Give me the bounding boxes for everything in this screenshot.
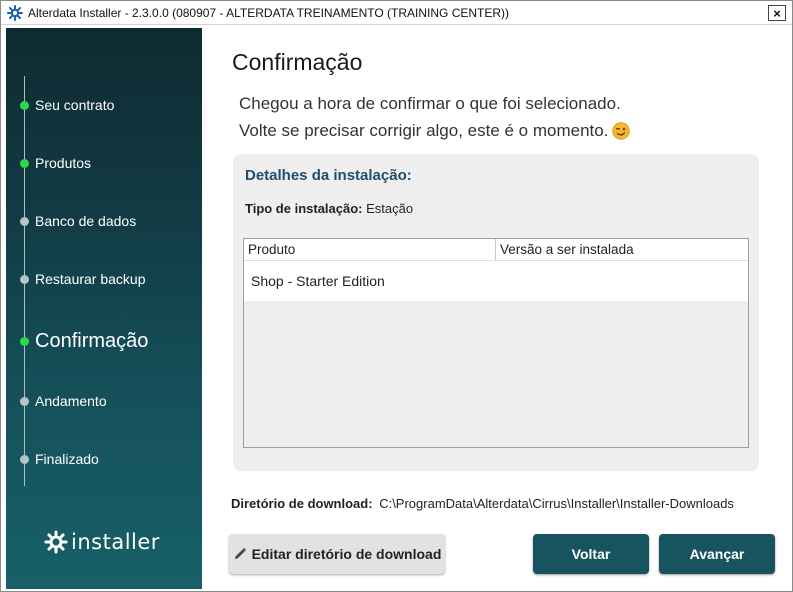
close-icon: ×: [773, 5, 781, 21]
app-gear-icon: [7, 4, 23, 21]
install-type-label: Tipo de instalação:: [245, 201, 363, 216]
step-status-dot: [20, 454, 29, 464]
next-button[interactable]: Avançar: [659, 534, 775, 574]
install-type-value: Estação: [366, 201, 414, 216]
logo-text: installer: [71, 530, 160, 554]
step-label: Finalizado: [35, 451, 99, 467]
install-type: Tipo de instalação: Estação: [245, 201, 413, 216]
step-status-dot: [20, 100, 29, 110]
step-label: Banco de dados: [35, 213, 137, 229]
download-dir-label: Diretório de download:: [231, 496, 373, 511]
step-status-dot: [20, 396, 29, 406]
download-dir-path: C:\ProgramData\Alterdata\Cirrus\Installe…: [379, 496, 734, 511]
step-label: Andamento: [35, 393, 107, 409]
installer-window: Alterdata Installer - 2.3.0.0 (080907 - …: [0, 0, 793, 592]
table-row[interactable]: Shop - Starter Edition: [244, 261, 748, 301]
details-heading: Detalhes da instalação:: [245, 167, 412, 184]
edit-download-dir-button[interactable]: Editar diretório de download: [229, 534, 445, 574]
intro-line-2: Volte se precisar corrigir algo, este é …: [239, 121, 631, 141]
step-status-dot: [20, 336, 29, 346]
step-status-dot: [20, 158, 29, 168]
window-title: Alterdata Installer - 2.3.0.0 (080907 - …: [28, 5, 510, 20]
cell-produto: Shop - Starter Edition: [251, 273, 385, 289]
title-bar[interactable]: Alterdata Installer - 2.3.0.0 (080907 - …: [1, 1, 792, 25]
logo-gear-icon: [44, 530, 68, 554]
installation-details-panel: Detalhes da instalação: Tipo de instalaç…: [233, 154, 759, 471]
intro-line-1: Chegou a hora de confirmar o que foi sel…: [239, 94, 621, 113]
column-header-versao[interactable]: Versão a ser instalada: [496, 239, 748, 260]
step-label: Produtos: [35, 155, 92, 171]
page-title: Confirmação: [232, 49, 363, 75]
products-table: Produto Versão a ser instalada Shop - St…: [243, 238, 749, 448]
column-header-produto[interactable]: Produto: [244, 239, 496, 260]
download-directory: Diretório de download: C:\ProgramData\Al…: [231, 496, 746, 511]
winking-face-icon: [612, 122, 631, 140]
step-label: Seu contrato: [35, 97, 115, 113]
edit-download-dir-label: Editar diretório de download: [251, 546, 442, 562]
step-label: Restaurar backup: [35, 271, 146, 287]
installer-logo: installer: [44, 530, 160, 554]
intro-line-2-text: Volte se precisar corrigir algo, este é …: [239, 121, 609, 140]
steps-sidebar: Seu contrato Produtos Banco de dados Res…: [6, 28, 202, 589]
step-label-current: Confirmação: [35, 329, 149, 352]
back-button[interactable]: Voltar: [533, 534, 649, 574]
step-status-dot: [20, 274, 29, 284]
close-button[interactable]: ×: [768, 5, 786, 21]
step-status-dot: [20, 216, 29, 226]
table-header: Produto Versão a ser instalada: [244, 239, 748, 261]
pencil-icon: [234, 547, 246, 559]
